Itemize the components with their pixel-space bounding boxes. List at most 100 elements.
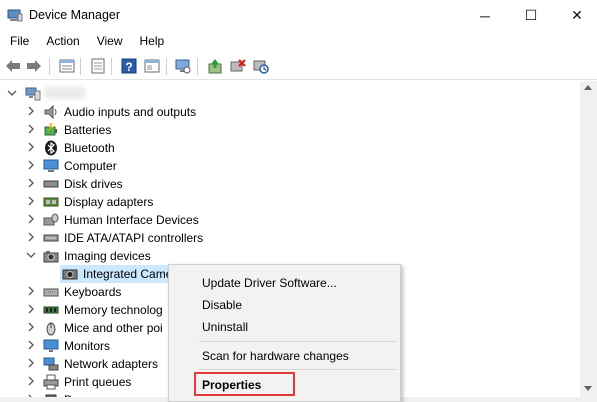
tree-root[interactable] [0,85,580,103]
computer-name-redacted [45,87,85,99]
menu-bar: File Action View Help [0,31,597,51]
computer-icon [43,159,59,172]
chevron-down-icon[interactable] [26,250,36,260]
close-icon: ✕ [571,7,583,23]
hid-icon [43,213,59,226]
speaker-icon [44,104,57,120]
chevron-right-icon[interactable] [26,142,36,152]
tree-item-label: Audio inputs and outputs [64,105,197,119]
maximize-button[interactable]: ☐ [508,0,554,31]
window-title: Device Manager [29,8,121,22]
tree-item-label: Imaging devices [64,249,151,263]
tree-item-label: Display adapters [64,195,154,209]
tree-item-label: Mice and other poi [64,321,163,335]
chevron-right-icon[interactable] [26,358,36,368]
chevron-right-icon[interactable] [26,178,36,188]
context-menu: Update Driver Software... Disable Uninst… [168,264,401,402]
webcam-icon [62,269,78,280]
uninstall-icon[interactable] [229,57,247,75]
toolbar-separator [166,58,167,75]
chevron-right-icon[interactable] [26,322,36,332]
tree-item-label: Bluetooth [64,141,115,155]
maximize-icon: ☐ [524,7,538,23]
tree-item-label: Keyboards [64,285,122,299]
tree-item-computer[interactable]: Computer [0,157,580,175]
menu-disable[interactable]: Disable [202,298,242,312]
minimize-button[interactable]: ─ [462,0,508,31]
chevron-right-icon[interactable] [26,160,36,170]
toolbar-separator [197,58,198,75]
chevron-right-icon[interactable] [26,232,36,242]
scroll-down-icon[interactable] [584,386,592,391]
tree-item-label: Print queues [64,375,132,389]
tree-item-disk-drives[interactable]: Disk drives [0,175,580,193]
disk-icon [43,180,59,188]
tree-item-label: Disk drives [64,177,123,191]
tree-item-bluetooth[interactable]: Bluetooth [0,139,580,157]
tree-item-label: Memory technolog [64,303,163,317]
chevron-right-icon[interactable] [26,106,36,116]
properties-view-icon[interactable] [58,57,76,75]
scan-hardware-icon[interactable] [252,57,270,75]
tree-item-label: Network adapters [64,357,159,371]
menu-separator [199,341,397,342]
monitor-icon[interactable] [174,57,192,75]
tree-item-batteries[interactable]: Batteries [0,121,580,139]
toolbar-separator [49,58,50,75]
help-icon[interactable]: ? [120,57,138,75]
menu-uninstall[interactable]: Uninstall [202,320,248,334]
printer-icon [43,374,59,390]
chevron-right-icon[interactable] [26,196,36,206]
computer-root-icon [25,87,41,101]
minimize-icon: ─ [480,7,490,24]
chevron-right-icon[interactable] [26,304,36,314]
tree-item-display-adapters[interactable]: Display adapters [0,193,580,211]
network-icon [43,357,59,371]
view-icon[interactable] [143,57,161,75]
chevron-right-icon[interactable] [26,376,36,386]
tree-item-hid[interactable]: Human Interface Devices [0,211,580,229]
back-icon[interactable] [4,57,22,75]
tree-item-label: Computer [64,159,117,173]
menu-view[interactable]: View [87,31,130,51]
close-button[interactable]: ✕ [554,0,597,31]
update-driver-icon[interactable] [206,57,224,75]
grid-icon[interactable] [89,57,107,75]
chevron-right-icon[interactable] [26,340,36,350]
toolbar-separator [80,58,81,75]
chevron-right-icon[interactable] [26,214,36,224]
scroll-up-icon[interactable] [584,85,592,90]
toolbar-separator [111,58,112,75]
title-bar: Device Manager ─ ☐ ✕ [0,0,597,31]
keyboard-icon [43,288,59,297]
display-adapter-icon [43,197,59,207]
battery-icon [44,123,57,136]
forward-icon[interactable] [25,57,43,75]
tree-item-imaging[interactable]: Imaging devices [0,247,580,265]
vertical-scrollbar[interactable] [580,81,597,397]
mouse-icon [46,322,56,336]
tree-item-label: Human Interface Devices [64,213,199,227]
bluetooth-icon [45,140,57,156]
chevron-down-icon[interactable] [7,88,17,98]
tree-item-label: IDE ATA/ATAPI controllers [64,231,204,245]
menu-action[interactable]: Action [36,31,86,51]
menu-help[interactable]: Help [130,31,172,51]
camera-icon [43,251,59,263]
tree-item-audio[interactable]: Audio inputs and outputs [0,103,580,121]
menu-update-driver[interactable]: Update Driver Software... [202,276,337,290]
menu-properties[interactable]: Properties [202,378,261,392]
tree-item-label: Batteries [64,123,112,137]
tree-item-label: Integrated Came [83,267,173,281]
tree-item-ide[interactable]: IDE ATA/ATAPI controllers [0,229,580,247]
menu-separator [199,369,397,370]
chevron-right-icon[interactable] [26,124,36,134]
menu-scan-hardware[interactable]: Scan for hardware changes [202,349,349,363]
tree-item-label: Monitors [64,339,111,353]
ide-icon [43,234,59,242]
menu-file[interactable]: File [0,31,36,51]
device-manager-icon [7,9,23,22]
toolbar: ? [0,54,597,80]
chevron-right-icon[interactable] [26,286,36,296]
memory-icon [43,306,59,314]
